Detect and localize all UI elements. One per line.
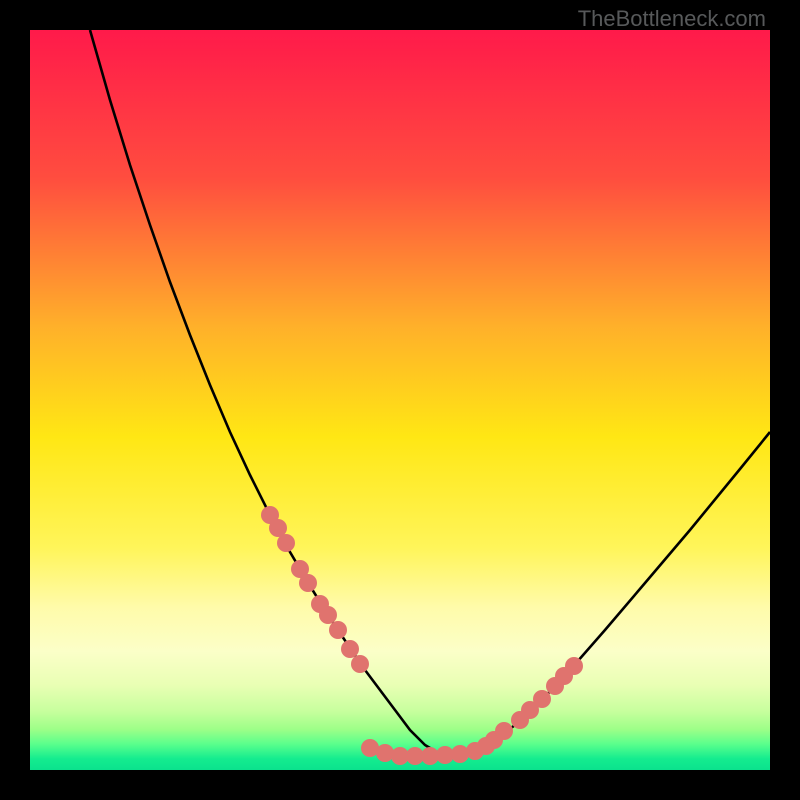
bottleneck-curve <box>30 30 770 770</box>
curve-marker <box>341 640 359 658</box>
curve-marker <box>533 690 551 708</box>
chart-frame <box>30 30 770 770</box>
curve-marker <box>277 534 295 552</box>
watermark-text: TheBottleneck.com <box>578 6 766 32</box>
curve-marker <box>495 722 513 740</box>
curve-marker <box>319 606 337 624</box>
curve-marker <box>565 657 583 675</box>
curve-marker <box>329 621 347 639</box>
curve-marker <box>351 655 369 673</box>
curve-marker <box>451 745 469 763</box>
curve-marker <box>376 744 394 762</box>
curve-marker <box>299 574 317 592</box>
